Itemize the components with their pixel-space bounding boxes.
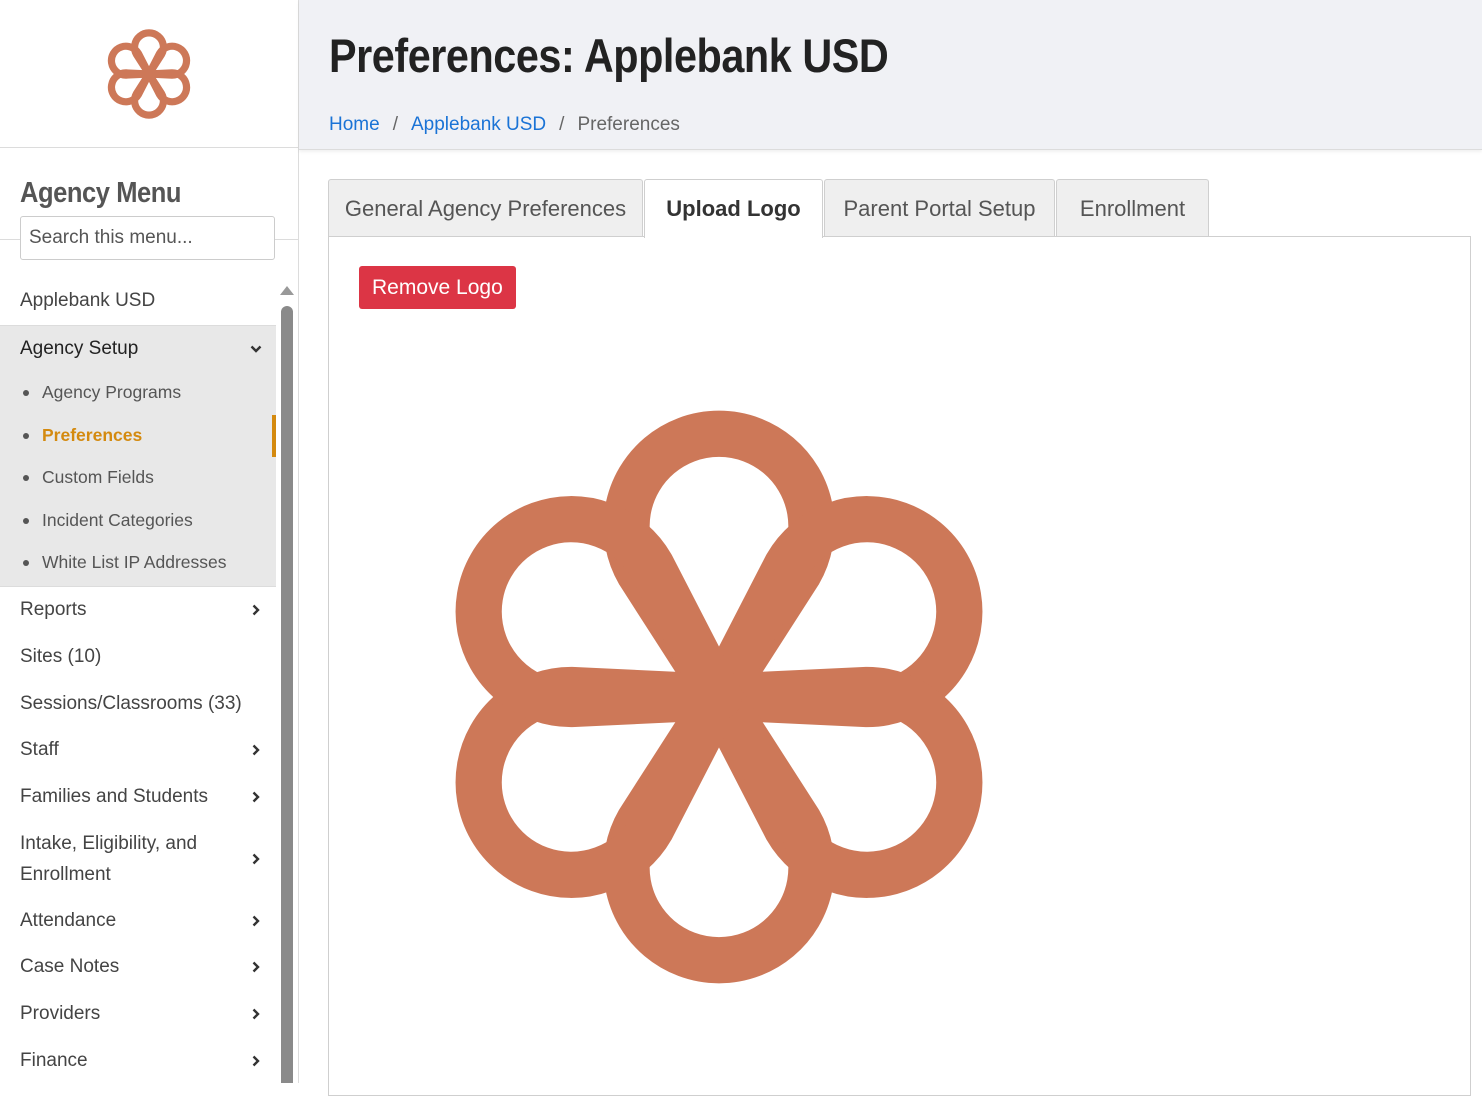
sidebar-item-label: Agency Setup xyxy=(20,337,139,359)
bullet-icon xyxy=(23,517,29,524)
menu-title: Agency Menu xyxy=(20,177,182,209)
submenu-item-label: Custom Fields xyxy=(42,467,154,488)
submenu-item-label: Incident Categories xyxy=(42,509,193,530)
agency-menu-list: Applebank USD Agency Setup Agency Progra… xyxy=(0,278,276,1083)
remove-logo-button[interactable]: Remove Logo xyxy=(359,266,516,309)
sidebar-item-intake-eligibility-enrollment[interactable]: Intake, Eligibility, and Enrollment xyxy=(0,820,276,897)
bullet-icon xyxy=(23,432,29,439)
page-title: Preferences: Applebank USD xyxy=(329,29,889,82)
sidebar-scrollbar[interactable] xyxy=(280,282,294,1083)
chevron-right-icon xyxy=(252,915,260,927)
agency-menu-header: Agency Menu xyxy=(0,148,298,260)
submenu-item-label: Preferences xyxy=(42,424,143,445)
sidebar: Agency Menu Applebank USD Agency Setup A… xyxy=(0,0,299,1083)
breadcrumb-home-link[interactable]: Home xyxy=(329,114,380,136)
sidebar-item-label: Reports xyxy=(20,599,87,621)
submenu-item-incident-categories[interactable]: Incident Categories xyxy=(0,499,276,542)
bullet-icon xyxy=(23,560,29,567)
breadcrumb-current: Preferences xyxy=(577,114,680,135)
submenu-item-agency-programs[interactable]: Agency Programs xyxy=(0,371,276,414)
sidebar-item-label: Intake, Eligibility, and Enrollment xyxy=(20,832,198,885)
sidebar-item-providers[interactable]: Providers xyxy=(0,991,276,1038)
submenu-item-label: Agency Programs xyxy=(42,382,182,403)
sidebar-item-staff[interactable]: Staff xyxy=(0,727,276,774)
tab-upload-logo[interactable]: Upload Logo xyxy=(644,179,823,238)
flower-logo-icon xyxy=(99,21,199,127)
tab-general-agency-preferences[interactable]: General Agency Preferences xyxy=(328,179,643,237)
sidebar-item-label: Families and Students xyxy=(20,785,208,807)
submenu-item-preferences[interactable]: Preferences xyxy=(0,414,276,457)
chevron-right-icon xyxy=(252,1008,260,1020)
scrollbar-thumb[interactable] xyxy=(281,306,293,1083)
submenu-item-label: White List IP Addresses xyxy=(42,552,227,573)
sidebar-item-label: Attendance xyxy=(20,909,117,931)
sidebar-item-applebank-usd[interactable]: Applebank USD xyxy=(0,278,276,325)
tab-parent-portal-setup[interactable]: Parent Portal Setup xyxy=(824,179,1055,237)
chevron-down-icon xyxy=(250,345,262,353)
sidebar-item-agency-setup[interactable]: Agency Setup xyxy=(0,324,276,372)
tab-enrollment[interactable]: Enrollment xyxy=(1056,179,1209,237)
sidebar-logo[interactable] xyxy=(0,0,298,148)
chevron-right-icon xyxy=(252,961,260,973)
breadcrumb-separator: / xyxy=(392,114,398,135)
sidebar-item-attendance[interactable]: Attendance xyxy=(0,897,276,944)
agency-setup-submenu: Agency Programs Preferences Custom Field… xyxy=(0,371,276,587)
sidebar-item-label: Finance xyxy=(20,1049,88,1071)
sidebar-item-case-notes[interactable]: Case Notes xyxy=(0,944,276,991)
chevron-right-icon xyxy=(252,853,260,865)
sidebar-item-label: Staff xyxy=(20,739,59,761)
menu-search-input[interactable] xyxy=(20,216,275,260)
upload-logo-panel: Remove Logo xyxy=(328,236,1471,1096)
scroll-up-arrow-icon[interactable] xyxy=(280,286,294,295)
chevron-right-icon xyxy=(252,791,260,803)
sidebar-item-reports[interactable]: Reports xyxy=(0,587,276,634)
chevron-right-icon xyxy=(252,1055,260,1067)
chevron-right-icon xyxy=(252,744,260,756)
sidebar-item-sites[interactable]: Sites (10) xyxy=(0,634,276,681)
breadcrumb-separator: / xyxy=(559,114,565,135)
flower-logo-icon xyxy=(399,355,1039,1039)
bullet-icon xyxy=(23,390,29,397)
sidebar-item-families-students[interactable]: Families and Students xyxy=(0,774,276,821)
page-header: Preferences: Applebank USD Home / Appleb… xyxy=(299,0,1482,150)
sidebar-item-label: Applebank USD xyxy=(20,290,156,312)
bullet-icon xyxy=(23,475,29,482)
preferences-tabs: General Agency Preferences Upload Logo P… xyxy=(328,179,1210,238)
sidebar-item-sessions-classrooms[interactable]: Sessions/Classrooms (33) xyxy=(0,680,276,727)
submenu-item-white-list-ip[interactable]: White List IP Addresses xyxy=(0,541,276,584)
submenu-item-custom-fields[interactable]: Custom Fields xyxy=(0,456,276,499)
breadcrumb: Home / Applebank USD / Preferences xyxy=(329,114,680,136)
chevron-right-icon xyxy=(252,604,260,616)
sidebar-item-label: Sites (10) xyxy=(20,645,102,667)
sidebar-item-label: Case Notes xyxy=(20,956,120,978)
breadcrumb-agency-link[interactable]: Applebank USD xyxy=(411,114,546,136)
sidebar-item-finance[interactable]: Finance xyxy=(0,1037,276,1083)
sidebar-item-label: Providers xyxy=(20,1003,101,1025)
sidebar-item-label: Sessions/Classrooms (33) xyxy=(20,692,242,714)
